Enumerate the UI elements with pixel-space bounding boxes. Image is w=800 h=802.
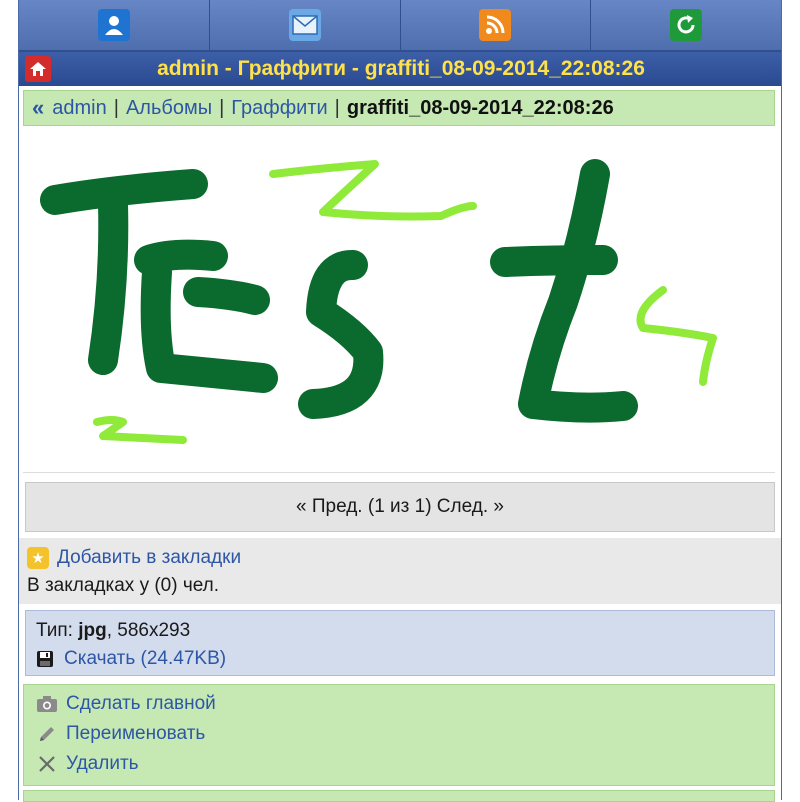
breadcrumb-graffiti[interactable]: Граффити	[231, 97, 327, 120]
mail-icon[interactable]	[288, 9, 321, 41]
rename-link[interactable]: Переименовать	[66, 723, 205, 745]
file-dimensions: , 586x293	[106, 620, 191, 641]
download-row[interactable]: Скачать (24.47KB)	[36, 645, 774, 673]
delete-row[interactable]: Удалить	[34, 749, 774, 779]
title-bar: admin - Граффити - graffiti_08-09-2014_2…	[19, 52, 781, 86]
photo-actions: Сделать главной Переименовать Удалить	[23, 684, 775, 786]
download-link[interactable]: Скачать (24.47KB)	[64, 648, 226, 670]
nav-rss[interactable]	[400, 0, 592, 50]
breadcrumb-separator: |	[113, 96, 119, 119]
bookmark-count-text: В закладках у (0) чел.	[27, 575, 220, 596]
pagination: « Пред. (1 из 1) След. »	[25, 482, 775, 532]
breadcrumb: « admin | Альбомы | Граффити | graffiti_…	[23, 90, 775, 126]
page-title: admin - Граффити - graffiti_08-09-2014_2…	[157, 57, 645, 80]
page-frame: admin - Граффити - graffiti_08-09-2014_2…	[18, 0, 782, 802]
home-icon[interactable]	[25, 56, 51, 82]
rename-row[interactable]: Переименовать	[34, 719, 774, 749]
star-icon: ★	[27, 547, 49, 569]
pencil-icon	[34, 724, 60, 744]
camera-icon	[34, 695, 60, 713]
rss-icon[interactable]	[479, 9, 512, 41]
make-main-link[interactable]: Сделать главной	[66, 693, 216, 715]
graffiti-dark-strokes	[40, 159, 638, 423]
breadcrumb-admin[interactable]: admin	[52, 97, 106, 120]
nav-refresh[interactable]	[591, 0, 781, 50]
file-type-value: jpg	[78, 620, 107, 641]
add-bookmark-link[interactable]: Добавить в закладки	[57, 547, 241, 569]
breadcrumb-separator: |	[219, 96, 225, 119]
file-type-label: Тип:	[36, 620, 73, 641]
add-bookmark-row[interactable]: ★ Добавить в закладки	[27, 544, 773, 572]
file-type-row: Тип: jpg, 586x293	[36, 617, 774, 645]
graffiti-image[interactable]	[23, 132, 775, 473]
bookmarks-section: ★ Добавить в закладки В закладках у (0) …	[19, 538, 781, 604]
close-icon	[34, 755, 60, 773]
nav-mail[interactable]	[209, 0, 401, 50]
top-nav	[19, 0, 781, 52]
graffiti-drawing	[40, 159, 717, 444]
delete-link[interactable]: Удалить	[66, 753, 139, 775]
bookmark-count: В закладках у (0) чел.	[27, 572, 773, 600]
user-icon[interactable]	[97, 9, 130, 41]
file-info: Тип: jpg, 586x293 Скачать (24.47KB)	[25, 610, 775, 676]
breadcrumb-current: graffiti_08-09-2014_22:08:26	[346, 96, 614, 119]
refresh-icon[interactable]	[670, 9, 703, 41]
nav-profile[interactable]	[19, 0, 210, 50]
breadcrumb-separator: |	[334, 96, 340, 119]
make-main-row[interactable]: Сделать главной	[34, 689, 774, 719]
back-chevron-icon[interactable]: «	[32, 95, 44, 121]
breadcrumb-albums[interactable]: Альбомы	[126, 97, 212, 120]
bottom-strip	[23, 790, 775, 802]
pagination-text[interactable]: « Пред. (1 из 1) След. »	[296, 496, 504, 518]
floppy-disk-icon	[37, 651, 53, 667]
